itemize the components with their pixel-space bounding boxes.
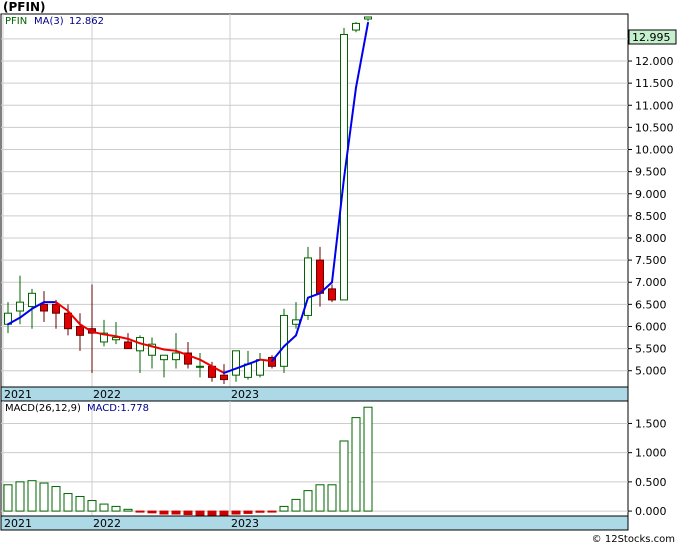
price-tick-label: 6.500 bbox=[635, 298, 667, 311]
macd-panel: 0.000 0.500 1.000 1.500 2021 2022 2023 bbox=[0, 400, 667, 531]
stock-chart: 5.000 5.500 6.000 6.500 7.000 7.500 8.000 8.500… bbox=[0, 0, 677, 545]
price-legend-symbol: PFIN bbox=[5, 16, 27, 27]
macd-bar bbox=[351, 417, 361, 512]
macd-bar bbox=[219, 510, 229, 517]
macd-bar bbox=[111, 505, 121, 512]
macd-legend-value: MACD:1.778 bbox=[87, 403, 149, 414]
price-date-label: 2021 bbox=[4, 388, 32, 401]
macd-bar bbox=[255, 510, 265, 513]
price-panel: 5.000 5.500 6.000 6.500 7.000 7.500 8.000 8.500… bbox=[0, 13, 677, 402]
candle-body bbox=[112, 337, 120, 341]
price-tick-label: 10.000 bbox=[635, 144, 674, 157]
candle-body bbox=[232, 350, 240, 376]
candle-body bbox=[196, 365, 204, 368]
macd-date-label: 2022 bbox=[93, 517, 121, 530]
price-date-label: 2022 bbox=[93, 388, 121, 401]
ma-segment bbox=[259, 358, 273, 362]
macd-date-label: 2023 bbox=[231, 517, 259, 530]
candle-body bbox=[244, 363, 252, 378]
price-tick-label: 10.500 bbox=[635, 121, 674, 134]
price-tick-label: 9.500 bbox=[635, 166, 667, 179]
macd-bar bbox=[171, 510, 181, 515]
macd-bar bbox=[195, 510, 205, 516]
macd-bar bbox=[63, 493, 73, 512]
macd-bar bbox=[15, 481, 25, 512]
credit-text: © 12Stocks.com bbox=[592, 534, 675, 545]
price-tick-label: 7.500 bbox=[635, 254, 667, 267]
candle-body bbox=[64, 312, 72, 330]
macd-bar bbox=[99, 503, 109, 512]
candle-body bbox=[52, 303, 60, 314]
macd-bar bbox=[243, 510, 253, 514]
macd-y-axis: 0.000 0.500 1.000 1.500 bbox=[628, 417, 667, 518]
macd-bar bbox=[231, 510, 241, 515]
candle-body bbox=[76, 325, 84, 336]
macd-bar bbox=[267, 510, 277, 513]
candle bbox=[304, 246, 312, 320]
price-tick-label: 6.000 bbox=[635, 320, 667, 333]
last-price-tag: 12.995 bbox=[628, 29, 677, 45]
ma-segment bbox=[163, 348, 177, 352]
macd-date-label: 2021 bbox=[4, 517, 32, 530]
candle-body bbox=[280, 314, 288, 367]
price-tick-label: 5.500 bbox=[635, 343, 667, 356]
macd-tick-label: 0.500 bbox=[635, 476, 667, 489]
candle-body bbox=[124, 341, 132, 350]
candle-body bbox=[16, 301, 24, 312]
macd-plot-frame bbox=[0, 400, 629, 517]
price-date-label: 2023 bbox=[231, 388, 259, 401]
price-legend-ma-value: 12.862 bbox=[69, 16, 104, 27]
candle-body bbox=[40, 303, 48, 312]
candle-body bbox=[172, 352, 180, 361]
candle-body bbox=[292, 319, 300, 325]
macd-bar bbox=[303, 490, 313, 512]
candle-body bbox=[352, 22, 360, 31]
macd-bar bbox=[27, 480, 37, 512]
price-tick-label: 12.000 bbox=[635, 55, 674, 68]
candle-body bbox=[220, 374, 228, 381]
price-tick-label: 9.000 bbox=[635, 188, 667, 201]
macd-tick-label: 0.000 bbox=[635, 505, 667, 518]
macd-bar bbox=[363, 406, 373, 512]
candle-body bbox=[364, 16, 372, 20]
macd-tick-label: 1.000 bbox=[635, 447, 667, 460]
candle-body bbox=[328, 288, 336, 301]
macd-bar bbox=[87, 500, 97, 512]
macd-tick-label: 1.500 bbox=[635, 417, 667, 430]
macd-bar bbox=[279, 505, 289, 512]
macd-bar bbox=[159, 510, 169, 515]
macd-bar bbox=[51, 486, 61, 512]
candle-body bbox=[256, 359, 264, 376]
macd-legend-label: MACD(26,12,9) bbox=[5, 403, 81, 414]
macd-bar bbox=[207, 510, 217, 517]
macd-bar bbox=[123, 508, 133, 512]
price-tick-label: 8.500 bbox=[635, 210, 667, 223]
macd-bar bbox=[291, 498, 301, 512]
macd-bar bbox=[3, 484, 13, 512]
macd-bar bbox=[327, 484, 337, 512]
macd-bar bbox=[75, 495, 85, 512]
macd-bar bbox=[339, 440, 349, 512]
candle-body bbox=[160, 354, 168, 361]
price-tick-label: 11.500 bbox=[635, 77, 674, 90]
macd-bar bbox=[39, 482, 49, 512]
candle-body bbox=[28, 292, 36, 308]
chart-title: (PFIN) bbox=[3, 0, 45, 14]
price-legend-ma-label: MA(3) bbox=[34, 16, 64, 27]
candle-body bbox=[316, 259, 324, 294]
price-tick-label: 11.000 bbox=[635, 99, 674, 112]
macd-bar bbox=[147, 510, 157, 514]
price-tick-label: 8.000 bbox=[635, 232, 667, 245]
price-y-axis: 5.000 5.500 6.000 6.500 7.000 7.500 8.000 8.500… bbox=[628, 33, 674, 378]
price-tick-label: 5.000 bbox=[635, 365, 667, 378]
macd-bar bbox=[315, 484, 325, 512]
macd-bar bbox=[135, 510, 145, 513]
candle bbox=[280, 308, 288, 373]
price-tick-label: 7.000 bbox=[635, 276, 667, 289]
macd-bar bbox=[183, 510, 193, 516]
last-price-label: 12.995 bbox=[632, 31, 671, 44]
